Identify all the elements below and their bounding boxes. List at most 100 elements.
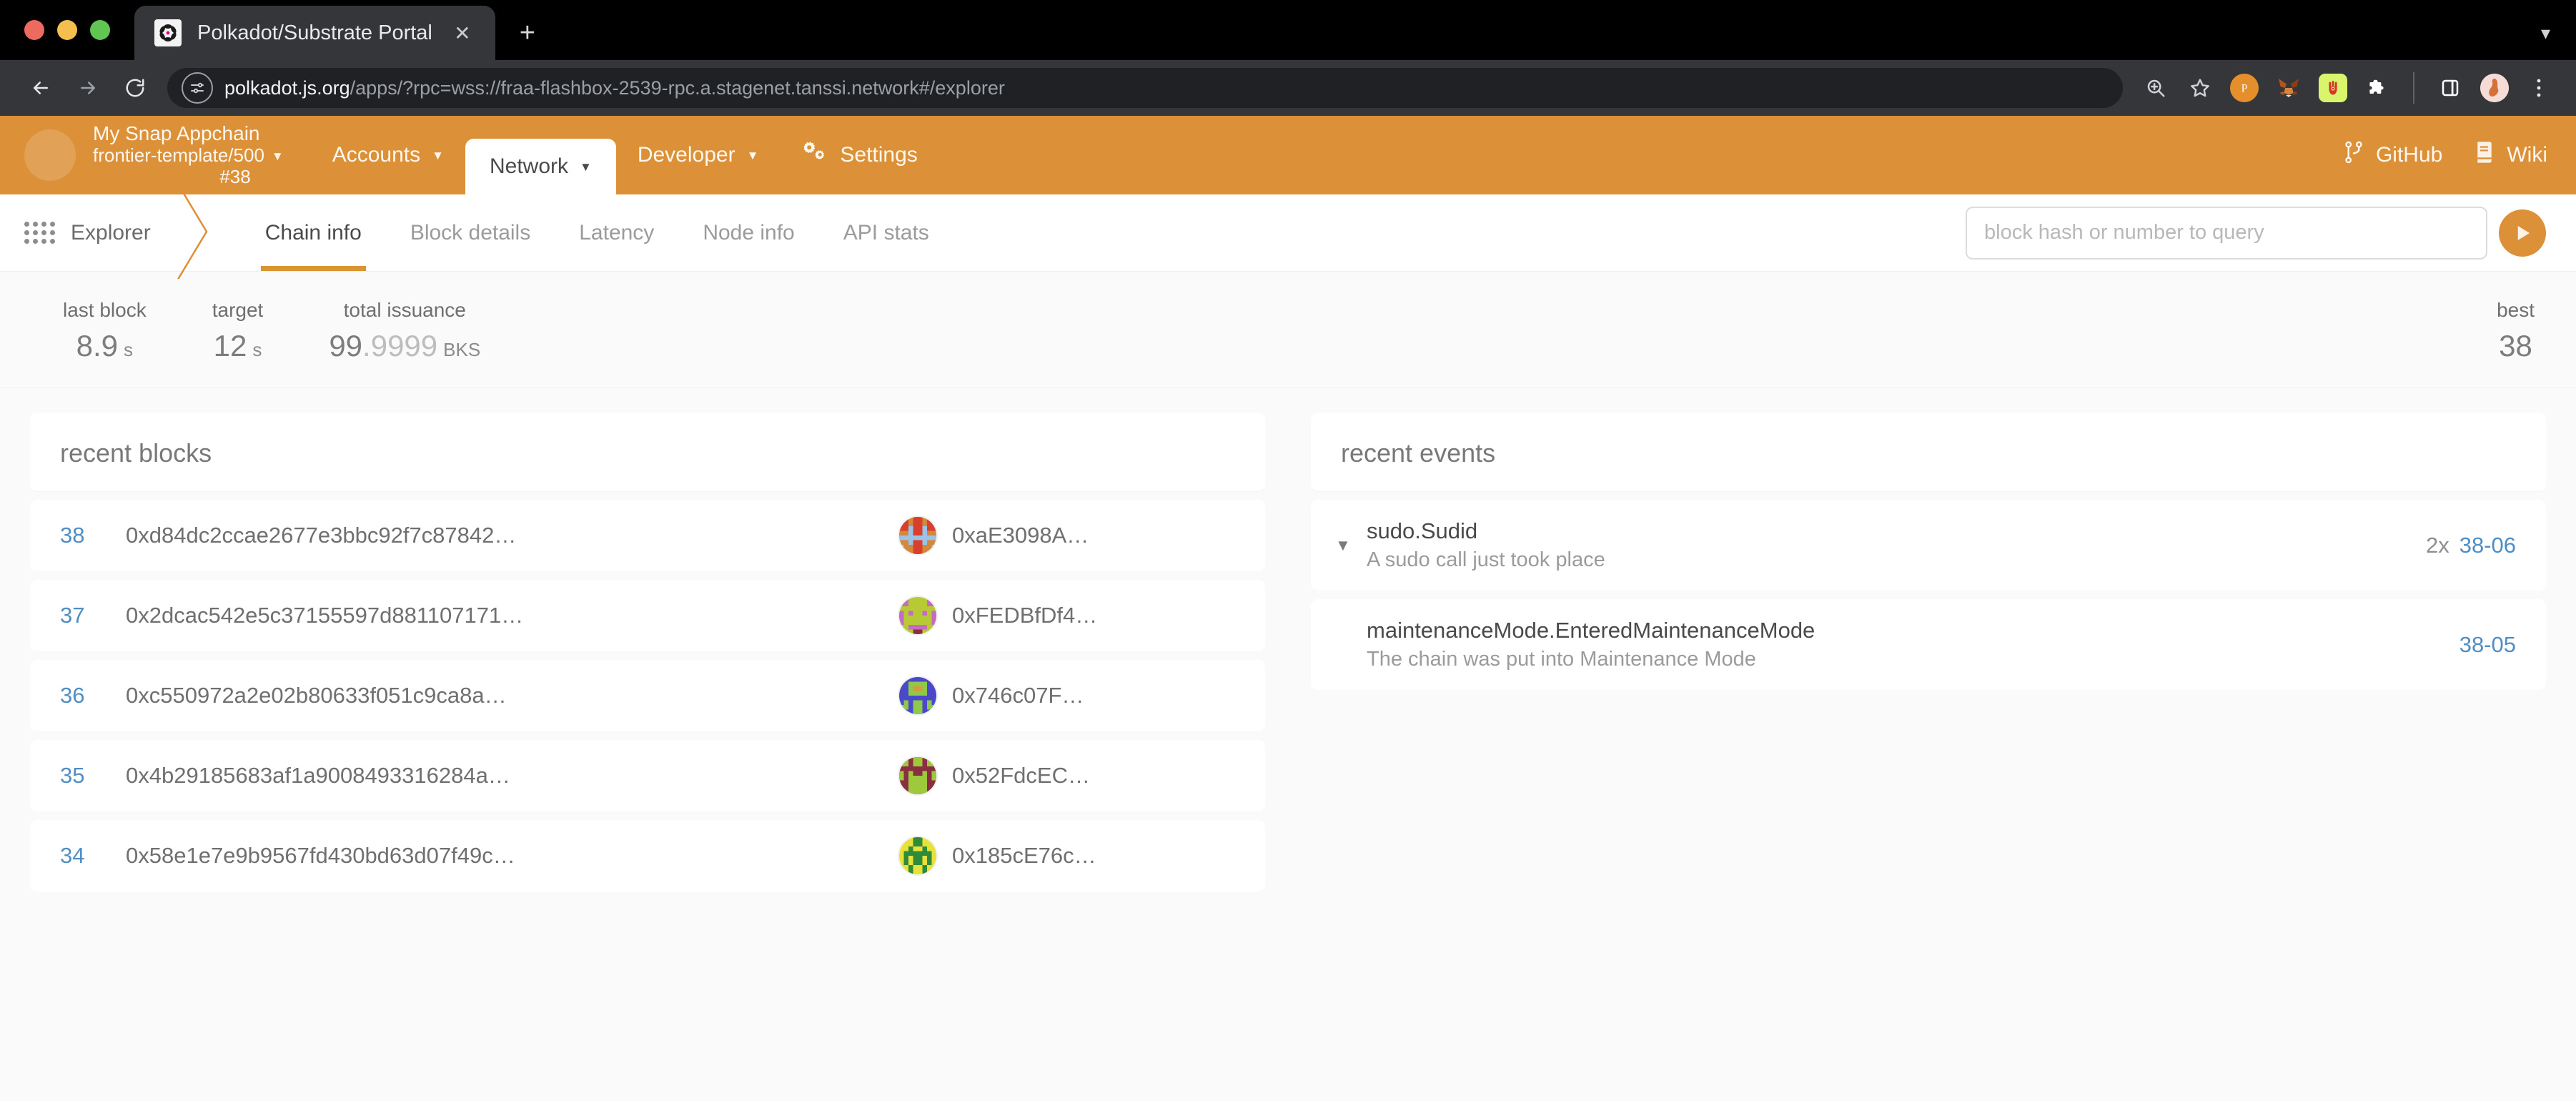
forward-arrow-icon[interactable] <box>66 66 110 110</box>
nav-item-developer[interactable]: Developer ▼ <box>616 116 781 194</box>
chain-summary-bar: last block 8.9 s target 12 s total issuanc… <box>0 272 2576 388</box>
event-name: maintenanceMode.EnteredMaintenanceMode <box>1367 618 1815 643</box>
chevron-down-icon[interactable]: ▼ <box>272 150 284 162</box>
polkadot-favicon <box>154 19 182 46</box>
stat-number-decimals: .9999 <box>362 329 438 362</box>
profile-avatar-icon[interactable] <box>2476 69 2513 107</box>
close-icon[interactable]: ✕ <box>448 19 477 47</box>
stat-target: target 12 s <box>179 299 297 363</box>
block-hash: 0xd84dc2ccae2677e3bbc92f7c87842… <box>126 523 517 548</box>
list-item[interactable]: maintenanceMode.EnteredMaintenanceMode T… <box>1311 599 2546 690</box>
event-name: sudo.Sudid <box>1367 518 1478 543</box>
block-number[interactable]: 38 <box>60 523 126 548</box>
browser-tab-title: Polkadot/Substrate Portal <box>197 21 432 44</box>
play-triangle-icon <box>2517 225 2530 240</box>
table-row[interactable]: 35 0x4b29185683af1a9008493316284a… 0x52F… <box>30 740 1265 811</box>
block-hash: 0x58e1e7e9b9567fd430bd63d07f49c… <box>126 843 515 868</box>
identicon-avatar <box>899 517 936 554</box>
zoom-search-icon[interactable] <box>2137 69 2174 107</box>
block-number[interactable]: 37 <box>60 603 126 628</box>
three-dot-menu-icon[interactable] <box>2520 69 2557 107</box>
book-icon <box>2474 140 2495 170</box>
chain-logo-badge <box>24 129 76 181</box>
block-author[interactable]: 0xFEDBfDf4… <box>899 597 1235 634</box>
recent-events-panel: recent events ▼ sudo.Sudid A sudo call j… <box>1311 413 2546 1101</box>
table-row[interactable]: 38 0xd84dc2ccae2677e3bbc92f7c87842… 0xaE… <box>30 500 1265 571</box>
identicon-avatar <box>899 597 936 634</box>
nav-item-label: Network <box>489 154 568 178</box>
stat-unit: s <box>124 339 134 360</box>
github-label: GitHub <box>2375 143 2443 167</box>
block-author[interactable]: 0x746c07F… <box>899 677 1235 714</box>
nav-item-accounts[interactable]: Accounts ▼ <box>311 116 465 194</box>
tab-api-stats[interactable]: API stats <box>819 194 953 271</box>
tab-label: Chain info <box>264 220 362 245</box>
event-meta: 2x 38-06 <box>2426 533 2516 558</box>
tab-node-info[interactable]: Node info <box>678 194 818 271</box>
page-settings-icon[interactable] <box>182 72 213 104</box>
block-author[interactable]: 0x185cE76c… <box>899 837 1235 874</box>
stat-label: best <box>2497 299 2535 321</box>
block-hash: 0xc550972a2e02b80633f051c9ca8a… <box>126 683 507 708</box>
section-explorer[interactable]: Explorer <box>0 194 181 271</box>
nav-item-settings[interactable]: Settings <box>780 116 938 194</box>
back-arrow-icon[interactable] <box>19 66 63 110</box>
caret-down-icon[interactable]: ▼ <box>1335 536 1367 555</box>
recent-blocks-panel: recent blocks 38 0xd84dc2ccae2677e3bbc92… <box>30 413 1265 1101</box>
tab-block-details[interactable]: Block details <box>386 194 555 271</box>
table-row[interactable]: 37 0x2dcac542e5c37155597d881107171… 0xFE… <box>30 580 1265 651</box>
metamask-fox-icon[interactable] <box>2270 69 2307 107</box>
event-body: maintenanceMode.EnteredMaintenanceMode T… <box>1367 618 2459 671</box>
block-number[interactable]: 36 <box>60 683 126 709</box>
github-link[interactable]: GitHub <box>2343 140 2442 170</box>
search-submit-button[interactable] <box>2499 209 2546 257</box>
reload-icon[interactable] <box>113 66 157 110</box>
table-row[interactable]: 36 0xc550972a2e02b80633f051c9ca8a… 0x746… <box>30 660 1265 731</box>
wiki-link[interactable]: Wiki <box>2474 140 2547 170</box>
stat-number: 99 <box>329 329 363 362</box>
block-author[interactable]: 0xaE3098A… <box>899 517 1235 554</box>
author-address: 0x52FdcEC… <box>952 763 1090 788</box>
new-tab-button[interactable]: + <box>504 6 551 60</box>
block-author[interactable]: 0x52FdcEC… <box>899 757 1235 794</box>
svg-text:P: P <box>2241 83 2248 95</box>
event-block-index[interactable]: 38-06 <box>2459 533 2516 558</box>
author-address: 0xaE3098A… <box>952 523 1089 548</box>
panel-title: recent blocks <box>30 413 1265 491</box>
close-window-button[interactable] <box>24 20 44 40</box>
sidebar-panel-icon[interactable] <box>2432 69 2469 107</box>
omnibox[interactable]: polkadot.js.org/apps/?rpc=wss://fraa-fla… <box>167 68 2123 108</box>
chain-spec: frontier-template/500 <box>93 144 264 167</box>
table-row[interactable]: 34 0x58e1e7e9b9567fd430bd63d07f49c… 0x18… <box>30 820 1265 892</box>
block-number[interactable]: 35 <box>60 763 126 789</box>
app-header: My Snap Appchain frontier-template/500 ▼… <box>0 116 2576 194</box>
nav-item-network[interactable]: Network ▼ <box>465 139 616 194</box>
nav-item-label: Settings <box>840 143 918 167</box>
tab-label: Node info <box>703 220 795 245</box>
chevron-down-icon[interactable]: ▾ <box>2515 6 2576 60</box>
chain-block-number: #38 <box>219 166 251 188</box>
star-icon[interactable] <box>2181 69 2219 107</box>
code-branch-icon <box>2343 140 2364 170</box>
polkadot-extension-icon[interactable]: P <box>2226 69 2263 107</box>
nav-item-label: Accounts <box>332 143 421 167</box>
url-text: polkadot.js.org/apps/?rpc=wss://fraa-fla… <box>224 77 1005 99</box>
browser-tab[interactable]: Polkadot/Substrate Portal ✕ <box>134 6 495 60</box>
event-meta: 38-05 <box>2459 632 2516 658</box>
stat-unit: s <box>252 339 262 360</box>
window-traffic-lights[interactable] <box>24 0 134 60</box>
talisman-hand-icon[interactable] <box>2314 69 2352 107</box>
minimize-window-button[interactable] <box>57 20 77 40</box>
block-number[interactable]: 34 <box>60 843 126 869</box>
gears-icon <box>801 140 828 170</box>
tab-latency[interactable]: Latency <box>555 194 678 271</box>
tab-chain-info[interactable]: Chain info <box>241 194 386 271</box>
event-block-index[interactable]: 38-05 <box>2459 632 2516 658</box>
stat-number: 8.9 <box>76 329 119 362</box>
extensions-puzzle-icon[interactable] <box>2359 69 2396 107</box>
search-input[interactable] <box>1966 206 2487 260</box>
chain-selector[interactable]: My Snap Appchain frontier-template/500 ▼… <box>93 122 284 188</box>
maximize-window-button[interactable] <box>90 20 110 40</box>
block-hash: 0x2dcac542e5c37155597d881107171… <box>126 603 524 628</box>
list-item[interactable]: ▼ sudo.Sudid A sudo call just took place… <box>1311 500 2546 591</box>
